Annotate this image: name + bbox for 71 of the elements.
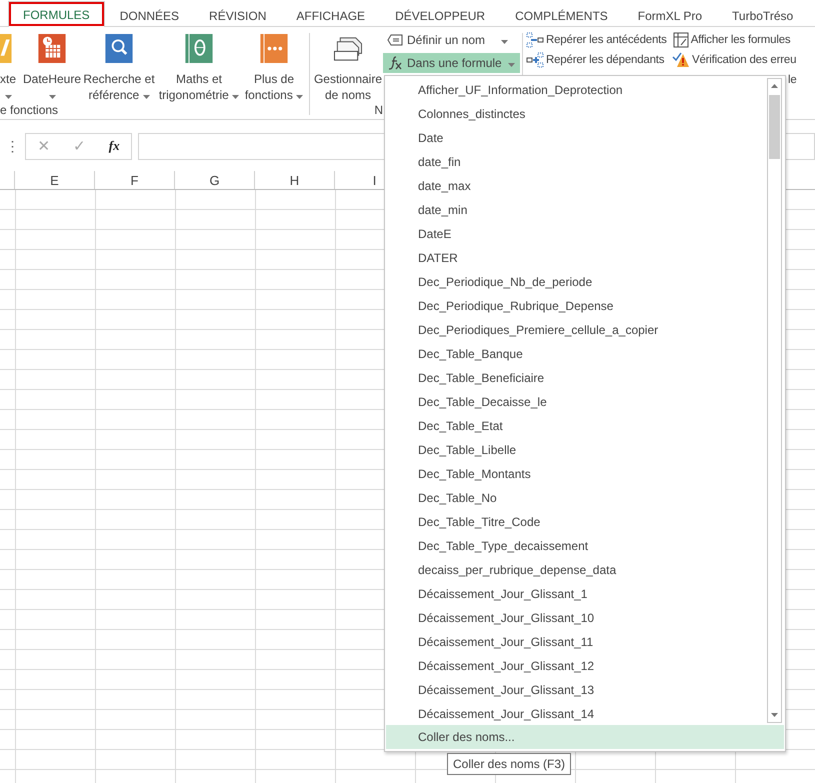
- menu-item[interactable]: date_fin: [385, 150, 767, 174]
- scrollbar[interactable]: [767, 78, 782, 723]
- ribbon-command[interactable]: Dans une formule: [383, 53, 520, 73]
- menu-item[interactable]: Colonnes_distinctes: [385, 102, 767, 126]
- column-header[interactable]: H: [255, 171, 335, 189]
- ribbon-command[interactable]: Définir un nom: [383, 30, 520, 50]
- ribbon-tab[interactable]: TurboTréso: [717, 3, 808, 27]
- dots-book-icon: [259, 34, 289, 63]
- menu-item[interactable]: Décaissement_Jour_Glissant_14: [385, 702, 767, 725]
- group-label: N: [374, 103, 383, 117]
- scroll-thumb[interactable]: [769, 95, 780, 159]
- ribbon-button[interactable]: xte: [0, 27, 22, 103]
- menu-item[interactable]: Dec_Table_Montants: [385, 462, 767, 486]
- ribbon-tab[interactable]: COMPLÉMENTS: [500, 3, 623, 27]
- column-header[interactable]: E: [15, 171, 95, 189]
- ribbon-command[interactable]: Repérer les antécédents: [526, 30, 667, 50]
- scroll-down-icon: [771, 713, 778, 717]
- grip-handle[interactable]: ⋮: [0, 138, 25, 154]
- menu-item[interactable]: Coller des noms...: [386, 725, 784, 749]
- ribbon-command[interactable]: Repérer les dépendants: [526, 50, 666, 70]
- menu-item[interactable]: Dec_Table_Type_decaissement: [385, 534, 767, 558]
- ribbon-tab[interactable]: DÉVELOPPEUR: [380, 3, 500, 27]
- menu-item[interactable]: Dec_Table_Etat: [385, 414, 767, 438]
- magnifier-book-icon: [104, 34, 134, 63]
- ribbon-command[interactable]: le: [788, 70, 797, 90]
- menu-item[interactable]: Décaissement_Jour_Glissant_1: [385, 582, 767, 606]
- menu-item[interactable]: Dec_Periodique_Rubrique_Depense: [385, 294, 767, 318]
- menu-item[interactable]: DateE: [385, 222, 767, 246]
- ribbon-command[interactable]: Afficher les formules: [672, 30, 790, 50]
- menu-item[interactable]: Afficher_UF_Information_Deprotection: [385, 78, 767, 102]
- menu-item[interactable]: Décaissement_Jour_Glissant_11: [385, 630, 767, 654]
- column-header[interactable]: G: [175, 171, 255, 189]
- ribbon-tab[interactable]: AFFICHAGE: [281, 3, 380, 27]
- menu-item[interactable]: Dec_Table_Decaisse_le: [385, 390, 767, 414]
- function-tag-icon: [387, 55, 403, 71]
- menu-item[interactable]: Dec_Table_Beneficiaire: [385, 366, 767, 390]
- menu-item[interactable]: date_min: [385, 198, 767, 222]
- trace-arrows-icon: [526, 32, 544, 48]
- column-header[interactable]: F: [95, 171, 175, 189]
- menu-item[interactable]: DATER: [385, 246, 767, 270]
- menu-item[interactable]: Dec_Table_Titre_Code: [385, 510, 767, 534]
- menu-item[interactable]: Décaissement_Jour_Glissant_12: [385, 654, 767, 678]
- ribbon-button[interactable]: Plus de fonctions: [242, 27, 306, 103]
- menu-item[interactable]: Dec_Table_Libelle: [385, 438, 767, 462]
- ribbon-tab[interactable]: DONNÉES: [104, 3, 194, 27]
- menu-item[interactable]: Dec_Periodiques_Premiere_cellule_a_copier: [385, 318, 767, 342]
- name-manager-button[interactable]: Gestionnaire de noms: [313, 27, 383, 103]
- tooltip: Coller des noms (F3): [447, 753, 572, 775]
- ribbon-command[interactable]: Vérification des erreu: [672, 50, 796, 70]
- ribbon-tab[interactable]: FORMULES: [8, 1, 105, 27]
- menu-item[interactable]: Dec_Periodique_Nb_de_periode: [385, 270, 767, 294]
- calendar-book-icon: [37, 34, 67, 63]
- theta-book-icon: [184, 34, 214, 63]
- trace-arrows-icon: [526, 52, 544, 68]
- tag-icon: [387, 34, 403, 46]
- formula-sheet-icon: [672, 32, 689, 48]
- menu-item[interactable]: Décaissement_Jour_Glissant_13: [385, 678, 767, 702]
- ribbon-tab[interactable]: RÉVISION: [194, 3, 282, 27]
- menu-item[interactable]: decaiss_per_rubrique_depense_data: [385, 558, 767, 582]
- group-label: e fonctions: [0, 103, 60, 117]
- warning-check-icon: [672, 52, 690, 68]
- ribbon-button[interactable]: DateHeure: [22, 27, 82, 103]
- menu-item[interactable]: Dec_Table_No: [385, 486, 767, 510]
- ribbon-button[interactable]: Recherche et référence: [82, 27, 156, 103]
- menu-item[interactable]: Décaissement_Jour_Glissant_10: [385, 606, 767, 630]
- formula-bar-button[interactable]: fx: [108, 138, 120, 154]
- ribbon-button[interactable]: Maths et trigonométrie: [156, 27, 242, 103]
- menu-item[interactable]: Dec_Table_Banque: [385, 342, 767, 366]
- ribbon-tab[interactable]: FormXL Pro: [622, 3, 718, 27]
- scroll-up-icon[interactable]: [771, 84, 778, 88]
- menu-item[interactable]: Date: [385, 126, 767, 150]
